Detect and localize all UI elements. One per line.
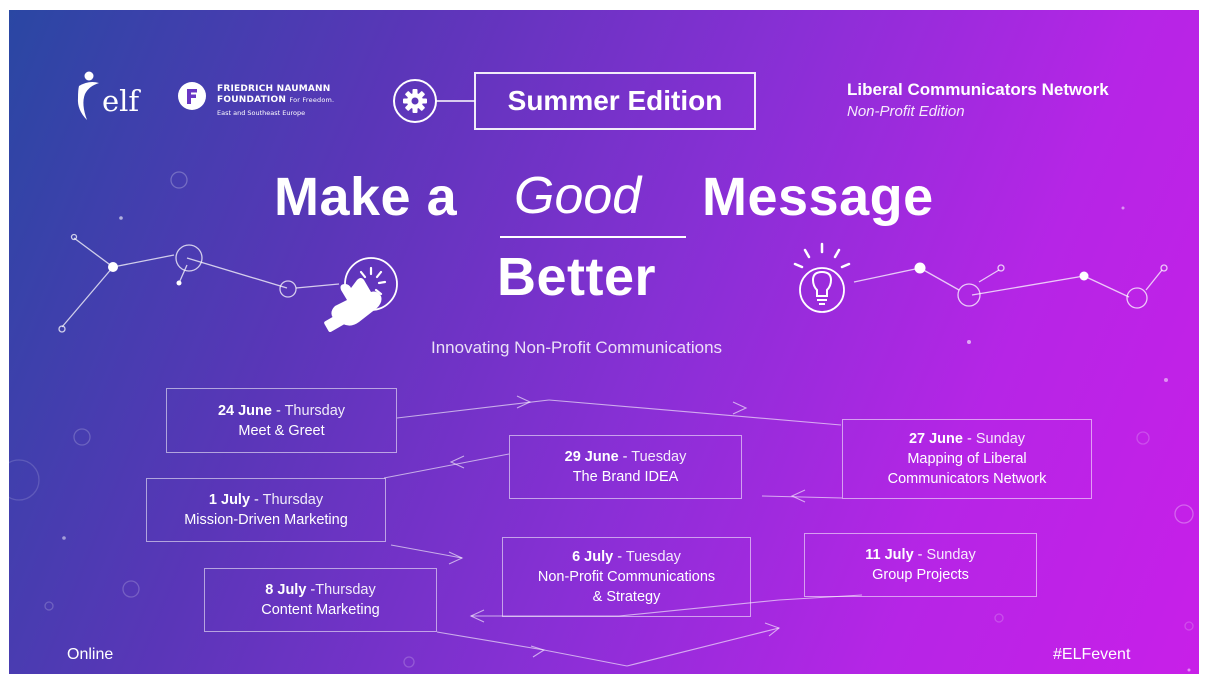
schedule-title: Non-Profit Communications — [537, 569, 716, 585]
schedule-item-header: 11 July - Sunday — [865, 545, 975, 565]
schedule-title: Mapping of Liberal — [907, 451, 1027, 467]
schedule-date: 1 July — [208, 492, 251, 508]
schedule-item-6-july: 6 July - Tuesday Non-Profit Communicatio… — [502, 537, 751, 617]
schedule-date: 8 July — [265, 582, 307, 598]
fnf-line-2: FOUNDATION For Freedom. — [217, 95, 334, 106]
fnf-tagline: For Freedom. — [289, 96, 335, 104]
network-title: Liberal Communicators Network — [847, 80, 1109, 99]
schedule-item-header: 29 June - Tuesday — [565, 447, 687, 467]
network-subtitle: Non-Profit Edition — [847, 103, 965, 120]
schedule-separator: - — [618, 449, 632, 465]
lightbulb-icon — [793, 242, 851, 313]
tagline: Innovating Non-Profit Communications — [431, 338, 723, 357]
fnf-region: East and Southeast Europe — [217, 109, 306, 117]
schedule-title: Mission-Driven Marketing — [184, 512, 348, 528]
schedule-weekday: Sunday — [926, 547, 976, 563]
schedule-separator: - — [613, 549, 626, 565]
schedule-title: Group Projects — [872, 567, 969, 583]
schedule-item-27-june: 27 June - Sunday Mapping of Liberal Comm… — [842, 419, 1092, 499]
schedule-item-1-july: 1 July - Thursday Mission-Driven Marketi… — [146, 478, 386, 542]
schedule-separator: - — [271, 402, 285, 419]
schedule-weekday: Thursday — [315, 582, 376, 598]
schedule-item-header: 1 July - Thursday — [209, 490, 323, 510]
schedule-date: 11 July — [865, 547, 914, 563]
headline-good: Good — [514, 167, 642, 225]
schedule-title-line-2: Communicators Network — [887, 471, 1047, 487]
pointer-hand-icon — [324, 257, 398, 332]
schedule-item-11-july: 11 July - Sunday Group Projects — [804, 533, 1037, 597]
footer-location: Online — [67, 646, 114, 663]
schedule-date: 27 June — [908, 431, 963, 447]
schedule-item-header: 27 June - Sunday — [909, 429, 1025, 449]
schedule-item-header: 6 July - Tuesday — [572, 547, 681, 567]
schedule-weekday: Tuesday — [625, 549, 681, 565]
event-banner: elf FRIEDRICH NAUMANN FOUNDATION For Fre… — [9, 10, 1199, 674]
headline-part-1: Make a — [274, 167, 458, 227]
fnf-logo: FRIEDRICH NAUMANN FOUNDATION For Freedom… — [177, 81, 334, 117]
headline-line-2: Better — [497, 247, 657, 307]
headline-part-2: Message — [702, 167, 934, 227]
headline-underline — [500, 236, 686, 238]
fnf-foundation-text: FOUNDATION — [217, 95, 287, 105]
schedule-title: Meet & Greet — [238, 422, 325, 439]
elf-logo: elf — [75, 70, 139, 124]
elf-logo-icon — [77, 71, 99, 120]
schedule-separator: - — [306, 582, 316, 598]
schedule-item-header: 24 June - Thursday — [218, 401, 345, 421]
schedule-date: 24 June — [217, 402, 272, 419]
schedule-item-24-june: 24 June - Thursday Meet & Greet — [166, 388, 397, 453]
schedule-weekday: Thursday — [262, 492, 324, 508]
schedule-weekday: Tuesday — [631, 449, 687, 465]
schedule-item-29-june: 29 June - Tuesday The Brand IDEA — [509, 435, 742, 499]
footer-hashtag: #ELFevent — [1053, 646, 1131, 663]
gear-icon — [393, 79, 475, 123]
schedule-weekday: Thursday — [284, 402, 346, 419]
fnf-line-1: FRIEDRICH NAUMANN — [217, 84, 331, 94]
elf-logo-text: elf — [102, 84, 140, 118]
schedule-weekday: Sunday — [975, 431, 1026, 447]
edition-badge: Summer Edition — [474, 72, 756, 130]
schedule-date: 29 June — [564, 449, 619, 465]
schedule-separator: - — [913, 547, 927, 563]
schedule-date: 6 July — [572, 549, 614, 565]
schedule-title: The Brand IDEA — [572, 469, 679, 485]
fnf-logo-icon — [178, 82, 206, 110]
schedule-separator: - — [962, 431, 976, 447]
schedule-title: Content Marketing — [261, 602, 380, 618]
headline: Make a Good Message — [274, 160, 964, 240]
schedule-item-8-july: 8 July -Thursday Content Marketing — [204, 568, 437, 632]
schedule-separator: - — [250, 492, 263, 508]
schedule-item-header: 8 July -Thursday — [265, 580, 375, 600]
schedule-title-line-2: & Strategy — [592, 589, 661, 605]
